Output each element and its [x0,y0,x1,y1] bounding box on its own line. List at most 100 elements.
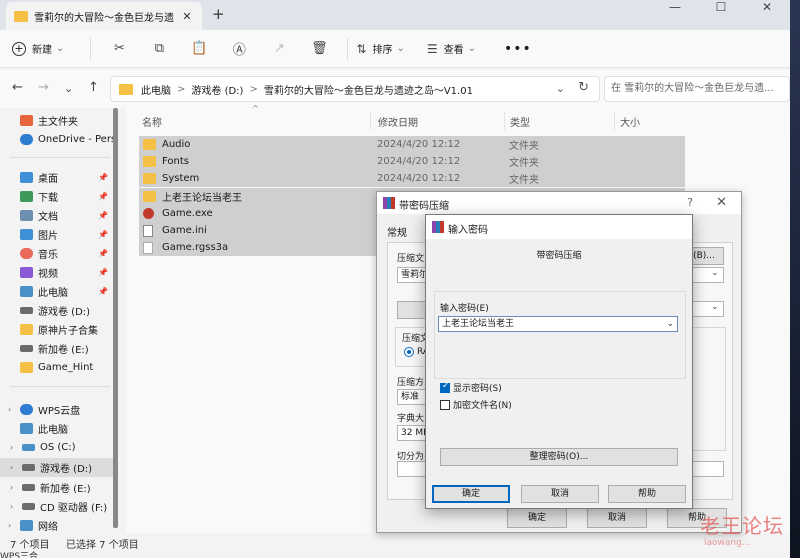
document-icon [20,210,33,221]
password-help-button[interactable]: 帮助 [608,485,686,503]
chevron-down-icon[interactable]: ⌄ [556,82,565,95]
sidebar-item-label: OS (C:) [40,442,76,453]
file-name: Audio [162,139,191,150]
rar-radio[interactable] [404,347,414,357]
settings-file-icon [143,224,153,237]
sidebar-item-drive-c[interactable]: › OS (C:) [0,438,116,457]
window-controls: — ☐ ✕ [652,0,790,30]
paste-icon[interactable]: 📋 [179,41,219,56]
password-ok-button[interactable]: 确定 [432,485,510,503]
new-tab-button[interactable]: + [212,5,225,23]
close-icon[interactable]: ✕ [716,195,727,210]
expand-icon[interactable]: › [10,443,13,452]
cut-icon[interactable]: ✂ [99,41,139,56]
sidebar-item-label: OneDrive - Perso [38,134,116,145]
sidebar-item-this-pc[interactable]: 此电脑 [0,419,116,438]
delete-icon[interactable]: 🗑 [299,41,339,56]
file-row[interactable]: Fonts 2024/4/20 12:12 文件夹 [139,153,685,170]
sidebar-item-this-pc-quick[interactable]: 此电脑 📌 [0,282,116,301]
sidebar-item-documents[interactable]: 文档 📌 [0,206,116,225]
breadcrumb-drive[interactable]: 游戏卷 (D:) [191,82,243,97]
address-bar[interactable]: 此电脑 > 游戏卷 (D:) > 雪莉尔的大冒险～金色巨龙与遗迹之岛～V1.01… [110,76,600,102]
column-divider[interactable] [614,112,615,130]
maximize-button[interactable]: ☐ [698,0,744,30]
password-value: 上老王论坛当老王 [442,319,515,329]
column-header-size[interactable]: 大小 [620,114,640,129]
back-button[interactable]: ← [12,80,23,95]
forward-button[interactable]: → [38,80,49,95]
view-button[interactable]: ☰ 查看 ⌄ [427,41,476,57]
recent-locations-button[interactable]: ⌄ [64,82,73,95]
file-name: Game.ini [162,225,207,236]
expand-icon[interactable]: › [8,521,11,530]
file-row[interactable]: System 2024/4/20 12:12 文件夹 [139,170,685,187]
chevron-down-icon[interactable]: ⌄ [666,317,674,331]
organize-passwords-button[interactable]: 整理密码(O)... [440,448,678,466]
share-icon[interactable]: ↗ [259,41,299,56]
refresh-icon[interactable]: ↻ [578,80,589,95]
sidebar-item-genshin-folder[interactable]: 原神片子合集 [0,320,116,339]
drive-icon [22,464,35,471]
archive-cancel-button[interactable]: 取消 [587,508,647,528]
sidebar-item-drive-d-quick[interactable]: 游戏卷 (D:) [0,301,116,320]
more-options-button[interactable]: ••• [504,41,532,57]
sidebar-item-wps-cloud[interactable]: › WPS云盘 [0,400,116,419]
drive-icon [20,307,33,314]
file-date: 2024/4/20 12:12 [377,156,461,167]
search-input[interactable]: 在 雪莉尔的大冒险～金色巨龙与遗... [604,76,790,102]
sidebar-item-drive-e-quick[interactable]: 新加卷 (E:) [0,339,116,358]
rename-icon[interactable]: Ⓐ [219,39,259,58]
new-button[interactable]: + 新建 ⌄ [12,41,64,56]
copy-icon[interactable]: ⧉ [139,41,179,56]
sidebar-item-desktop[interactable]: 桌面 📌 [0,168,116,187]
sort-icon: ⇅ [356,41,367,56]
sidebar-item-videos[interactable]: 视频 📌 [0,263,116,282]
sidebar-item-music[interactable]: 音乐 📌 [0,244,116,263]
expand-icon[interactable]: › [10,463,13,472]
sidebar-item-drive-f[interactable]: › CD 驱动器 (F:) [0,497,116,516]
music-icon [20,248,33,259]
file-name: 上老王论坛当老王 [162,193,242,204]
sidebar-item-downloads[interactable]: 下载 📌 [0,187,116,206]
drive-icon [20,345,33,352]
sidebar-scrollbar[interactable] [113,108,118,528]
sort-button[interactable]: ⇅ 排序 ⌄ [356,41,404,57]
sort-label: 排序 [372,45,393,56]
sidebar-item-drive-e[interactable]: › 新加卷 (E:) [0,478,116,497]
expand-icon[interactable]: › [10,483,13,492]
sidebar-item-onedrive[interactable]: OneDrive - Perso [0,130,116,149]
archive-dialog-title: 带密码压缩 [399,201,449,212]
column-header-type[interactable]: 类型 [510,114,530,129]
tab-general[interactable]: 常规 [387,224,407,239]
sidebar-item-game-hint[interactable]: Game_Hint [0,358,116,377]
column-divider[interactable] [370,112,371,130]
column-divider[interactable] [504,112,505,130]
expand-icon[interactable]: › [10,502,13,511]
file-row[interactable]: Audio 2024/4/20 12:12 文件夹 [139,136,685,153]
sidebar-item-pictures[interactable]: 图片 📌 [0,225,116,244]
encrypt-filenames-checkbox[interactable]: 加密文件名(N) [440,398,512,411]
up-button[interactable]: ↑ [88,80,99,95]
show-password-checkbox[interactable]: 显示密码(S) [440,381,502,394]
tab-current-folder[interactable]: 雪莉尔的大冒险～金色巨龙与遗 ✕ [6,2,202,30]
chevron-down-icon[interactable]: ⌄ [711,302,719,312]
close-window-button[interactable]: ✕ [744,0,790,30]
chevron-down-icon[interactable]: ⌄ [711,268,719,278]
tab-close-icon[interactable]: ✕ [180,10,194,23]
sidebar-item-label: CD 驱动器 (F:) [40,503,108,514]
expand-icon[interactable]: › [8,405,11,414]
sidebar-item-drive-d[interactable]: › 游戏卷 (D:) [0,458,116,477]
encrypt-filenames-label: 加密文件名(N) [453,401,512,411]
breadcrumb-folder[interactable]: 雪莉尔的大冒险～金色巨龙与遗迹之岛～V1.01 [264,82,473,97]
help-icon[interactable]: ? [687,196,693,209]
archive-ok-button[interactable]: 确定 [507,508,567,528]
sidebar-item-home[interactable]: 主文件夹 [0,111,116,130]
breadcrumb-this-pc[interactable]: 此电脑 [141,82,171,97]
password-field[interactable]: 上老王论坛当老王 ⌄ [438,316,678,332]
minimize-button[interactable]: — [652,0,698,30]
password-cancel-button[interactable]: 取消 [521,485,599,503]
picture-icon [20,229,33,240]
column-header-date[interactable]: 修改日期 [378,114,418,129]
video-icon [20,267,33,278]
column-header-name[interactable]: 名称 [142,114,162,129]
